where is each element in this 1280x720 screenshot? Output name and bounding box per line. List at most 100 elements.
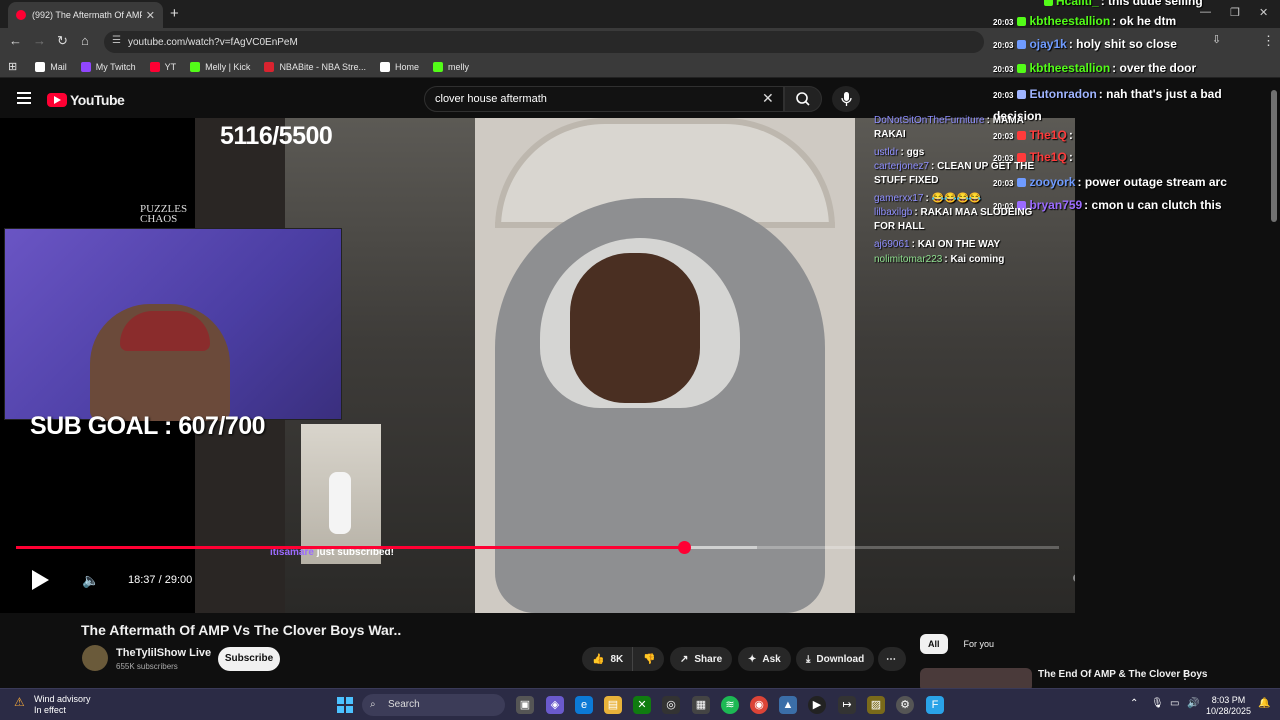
embedded-chat-text: 😂😂😂😂: [931, 193, 982, 204]
video-title: The Aftermath Of AMP Vs The Clover Boys …: [81, 622, 402, 638]
media-player-icon[interactable]: ▶: [808, 696, 826, 714]
photos-icon[interactable]: ▲: [779, 696, 797, 714]
chip-for-you[interactable]: For you: [956, 634, 1003, 654]
copilot-icon[interactable]: ◈: [546, 696, 564, 714]
bookmark-label: Melly | Kick: [205, 61, 251, 72]
reload-icon[interactable]: ↻: [57, 33, 68, 49]
chrome-icon[interactable]: ◉: [750, 696, 768, 714]
download-button[interactable]: ⤓ Download: [796, 647, 875, 671]
bookmark-2[interactable]: YT: [149, 61, 177, 72]
microphone-tray-icon[interactable]: 🎙: [1151, 698, 1164, 709]
bookmark-3[interactable]: Melly | Kick: [190, 61, 251, 72]
apps-grid-icon[interactable]: ⊞: [8, 60, 17, 73]
notification-bell-icon[interactable]: 🔔: [1258, 698, 1270, 709]
voice-search-button[interactable]: [832, 86, 860, 112]
progress-scrubber[interactable]: [677, 541, 691, 554]
streamer-webcam: [4, 228, 342, 421]
embedded-chat-username: ustldr: [874, 147, 899, 158]
bookmark-0[interactable]: Mail: [35, 61, 67, 72]
search-button[interactable]: [784, 86, 822, 112]
share-button[interactable]: ↗ Share: [670, 647, 733, 671]
bookmark-label: YT: [164, 61, 177, 72]
new-tab-button[interactable]: +: [170, 5, 179, 22]
kick-icon: [190, 61, 201, 72]
youtube-favicon-icon: [16, 10, 26, 20]
youtube-logo[interactable]: YouTube: [47, 92, 125, 108]
browser-tab-strip: (992) The Aftermath Of AMP Vs The Clover…: [0, 0, 1280, 28]
search-input[interactable]: clover house aftermath: [424, 86, 784, 112]
embedded-chat-username: nolimitomar223: [874, 254, 943, 265]
store-icon[interactable]: ▦: [692, 696, 710, 714]
embedded-chat-message: ustldr: ggs: [874, 147, 925, 158]
embedded-chat-username: DoNotSitOnTheFurniture: [874, 115, 985, 126]
dislike-button[interactable]: 👎: [632, 647, 664, 671]
embedded-chat-username: carterjonez7: [874, 161, 930, 172]
more-dots-icon: ⋯: [886, 653, 896, 665]
progress-played: [16, 546, 684, 549]
embedded-chat-username: lilbaxilgb: [874, 207, 913, 218]
nba-icon: [264, 61, 275, 72]
app-icon-3[interactable]: F: [926, 696, 944, 714]
downloads-icon[interactable]: ⇩: [1212, 33, 1221, 46]
ask-button[interactable]: ✦ Ask: [738, 647, 791, 671]
system-clock[interactable]: 8:03 PM 10/28/2025: [1206, 695, 1251, 717]
chat-text: power outage stream arc: [1084, 175, 1227, 189]
app-icon-2[interactable]: ▨: [867, 696, 885, 714]
share-icon: ↗: [680, 653, 689, 665]
network-icon[interactable]: ▭: [1170, 698, 1179, 709]
youtube-header: YouTube clover house aftermath ✕: [0, 80, 1280, 118]
bookmark-4[interactable]: NBABite - NBA Stre...: [264, 61, 366, 72]
settings-icon[interactable]: ⚙: [896, 696, 914, 714]
embedded-chat-text: ggs: [906, 147, 925, 158]
close-tab-icon[interactable]: ✕: [146, 9, 155, 22]
taskbar-search[interactable]: ⌕ Search: [362, 694, 505, 716]
youtube-play-logo-icon: [47, 93, 67, 107]
forward-icon[interactable]: →: [33, 33, 46, 48]
bookmark-label: melly: [447, 61, 469, 72]
play-button[interactable]: [32, 570, 49, 590]
steam-icon[interactable]: ◎: [662, 696, 680, 714]
thumbs-up-icon: 👍: [592, 653, 605, 665]
minimize-icon[interactable]: —: [1200, 6, 1211, 18]
home-icon[interactable]: ⌂: [81, 33, 89, 48]
like-button[interactable]: 👍 8K: [582, 647, 632, 671]
menu-dots-icon[interactable]: ⋮: [1262, 33, 1275, 49]
volume-icon[interactable]: 🔈: [82, 572, 99, 589]
file-explorer-icon[interactable]: ▤: [604, 696, 622, 714]
speaker-icon[interactable]: 🔊: [1187, 698, 1199, 709]
recommended-menu-icon[interactable]: ⋮: [1179, 668, 1191, 682]
spotify-icon[interactable]: ≋: [721, 696, 739, 714]
address-bar[interactable]: ☰ youtube.com/watch?v=fAgVC0EnPeM: [104, 31, 984, 53]
close-window-icon[interactable]: ✕: [1259, 6, 1268, 19]
wind-icon: ⚠: [14, 695, 25, 709]
channel-avatar[interactable]: [82, 645, 108, 671]
site-info-icon[interactable]: ☰: [112, 35, 121, 46]
channel-name[interactable]: TheTylilShow Live: [116, 647, 211, 659]
chip-all[interactable]: All: [920, 634, 948, 654]
weather-widget[interactable]: ⚠ Wind advisory In effect: [14, 694, 91, 716]
autoplay-toggle[interactable]: [1073, 571, 1075, 587]
embedded-chat-username: aj69061: [874, 239, 910, 250]
url-text: youtube.com/watch?v=fAgVC0EnPeM: [128, 36, 298, 48]
bookmark-5[interactable]: Home: [379, 61, 419, 72]
maximize-icon[interactable]: ❐: [1230, 6, 1240, 19]
subscribe-button[interactable]: Subscribe: [218, 647, 280, 671]
bookmark-1[interactable]: My Twitch: [80, 61, 136, 72]
chat-text: cmon u can clutch this: [1091, 198, 1222, 212]
task-view-icon[interactable]: ▣: [516, 696, 534, 714]
subscriber-alert-image: [301, 424, 381, 564]
xbox-icon[interactable]: ✕: [633, 696, 651, 714]
clear-search-icon[interactable]: ✕: [762, 90, 774, 107]
page-scrollbar[interactable]: [1271, 90, 1277, 222]
edge-icon[interactable]: e: [575, 696, 593, 714]
app-icon[interactable]: ↦: [838, 696, 856, 714]
embedded-chat-text: Kai coming: [950, 254, 1005, 265]
tray-overflow-icon[interactable]: ⌃: [1130, 698, 1138, 709]
embedded-chat-message: carterjonez7: CLEAN UP GET THE STUFF FIX…: [874, 161, 1035, 186]
browser-tab[interactable]: (992) The Aftermath Of AMP Vs The Clover…: [8, 2, 163, 28]
start-button[interactable]: [337, 697, 353, 713]
back-icon[interactable]: ←: [9, 33, 22, 48]
more-actions-button[interactable]: ⋯: [878, 647, 906, 671]
hamburger-menu-icon[interactable]: [17, 92, 31, 104]
bookmark-6[interactable]: melly: [432, 61, 469, 72]
